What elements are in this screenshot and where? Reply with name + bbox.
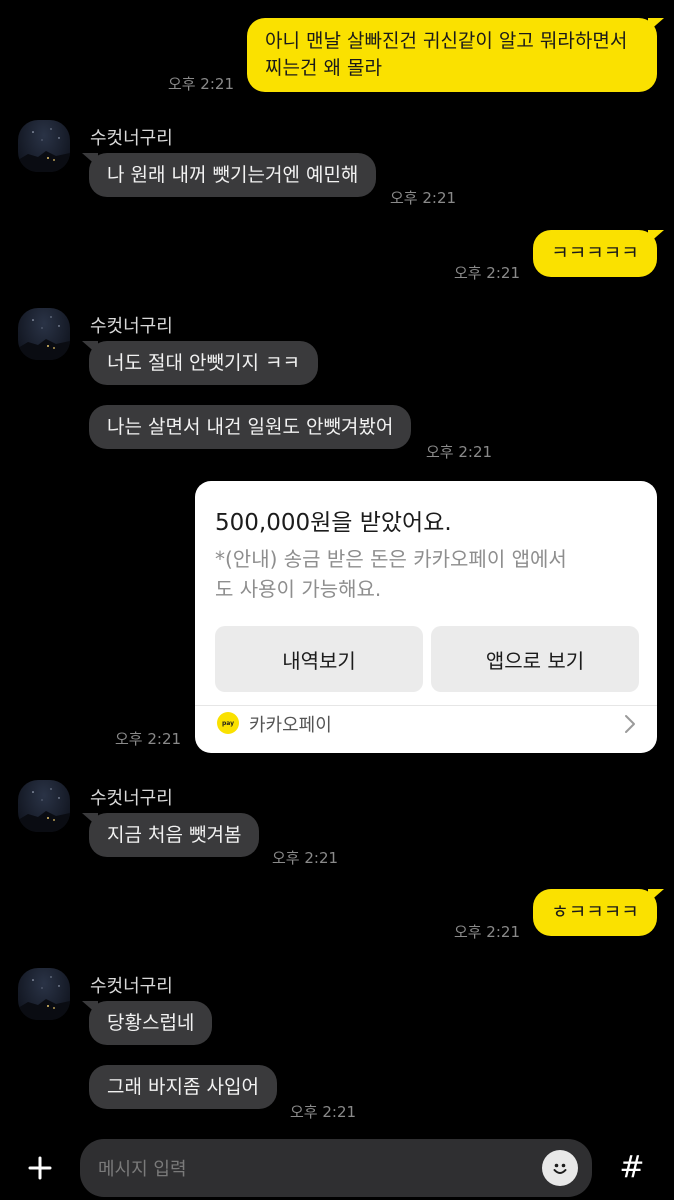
plus-icon bbox=[28, 1156, 52, 1180]
avatar[interactable] bbox=[18, 308, 70, 360]
kakaopay-logo-icon: pay bbox=[217, 712, 239, 734]
my-message-bubble[interactable]: ㅋㅋㅋㅋㅋ bbox=[533, 230, 664, 277]
other-message-bubble[interactable]: 나 원래 내꺼 뺏기는거엔 예민해 bbox=[81, 153, 377, 197]
timestamp: 오후 2:21 bbox=[426, 443, 493, 461]
message-input-placeholder: 메시지 입력 bbox=[98, 1159, 187, 1180]
other-message-bubble[interactable]: 그래 바지좀 사입어 bbox=[89, 1065, 277, 1109]
avatar[interactable] bbox=[18, 780, 70, 832]
smile-icon bbox=[553, 1163, 567, 1174]
timestamp: 오후 2:21 bbox=[453, 923, 520, 941]
kakaopay-brand-label: 카카오페이 bbox=[249, 715, 332, 736]
timestamp: 오후 2:21 bbox=[115, 730, 182, 748]
transfer-amount-title: 500,000원을 받았어요. bbox=[215, 510, 452, 536]
message-input-bar: 메시지 입력 # bbox=[0, 1134, 674, 1200]
timestamp: 오후 2:21 bbox=[390, 189, 457, 207]
message-text-line: 찌는건 왜 몰라 bbox=[265, 57, 382, 79]
hash-icon[interactable]: # bbox=[610, 1145, 654, 1189]
sender-name: 수컷너구리 bbox=[90, 788, 173, 809]
transfer-notice-line: *(안내) 송금 받은 돈은 카카오페이 앱에서 bbox=[215, 547, 567, 571]
avatar-image bbox=[18, 128, 70, 172]
my-message-bubble[interactable]: ㅎㅋㅋㅋㅋ bbox=[533, 889, 664, 936]
sender-name: 수컷너구리 bbox=[90, 128, 173, 149]
sender-name: 수컷너구리 bbox=[90, 976, 173, 997]
timestamp: 오후 2:21 bbox=[453, 264, 520, 282]
avatar[interactable] bbox=[18, 120, 70, 172]
avatar-image bbox=[18, 316, 70, 360]
timestamp: 오후 2:21 bbox=[290, 1103, 357, 1121]
kakaopay-logo-text: pay bbox=[221, 719, 235, 727]
view-history-button[interactable]: 내역보기 bbox=[215, 626, 423, 692]
other-message-bubble[interactable]: 너도 절대 안뺏기지 ㅋㅋ bbox=[82, 341, 318, 385]
kakaopay-transfer-card[interactable]: 500,000원을 받았어요. *(안내) 송금 받은 돈은 카카오페이 앱에서… bbox=[195, 481, 657, 753]
sender-name: 수컷너구리 bbox=[90, 316, 173, 337]
timestamp: 오후 2:21 bbox=[167, 75, 234, 93]
other-message-bubble[interactable]: 나는 살면서 내건 일원도 안뺏겨봤어 bbox=[89, 405, 412, 449]
avatar-image bbox=[18, 788, 70, 832]
transfer-notice: *(안내) 송금 받은 돈은 카카오페이 앱에서 도 사용이 가능해요. bbox=[215, 544, 567, 604]
message-input[interactable]: 메시지 입력 bbox=[80, 1139, 592, 1197]
card-divider bbox=[195, 705, 657, 706]
other-message-bubble[interactable]: 당황스럽네 bbox=[81, 1001, 213, 1045]
timestamp: 오후 2:21 bbox=[272, 849, 339, 867]
message-text-line: 아니 맨날 살빠진건 귀신같이 알고 뭐라하면서 bbox=[265, 30, 628, 52]
avatar-image bbox=[18, 976, 70, 1020]
open-app-button[interactable]: 앱으로 보기 bbox=[431, 626, 639, 692]
emoji-button[interactable] bbox=[542, 1150, 578, 1186]
other-message-bubble[interactable]: 지금 처음 뺏겨봄 bbox=[81, 813, 260, 857]
attach-plus-button[interactable] bbox=[18, 1146, 62, 1190]
transfer-notice-line: 도 사용이 가능해요. bbox=[215, 577, 382, 601]
my-message-bubble[interactable]: 아니 맨날 살빠진건 귀신같이 알고 뭐라하면서 찌는건 왜 몰라 bbox=[247, 18, 664, 92]
chevron-right-icon[interactable] bbox=[623, 714, 637, 738]
avatar[interactable] bbox=[18, 968, 70, 1020]
